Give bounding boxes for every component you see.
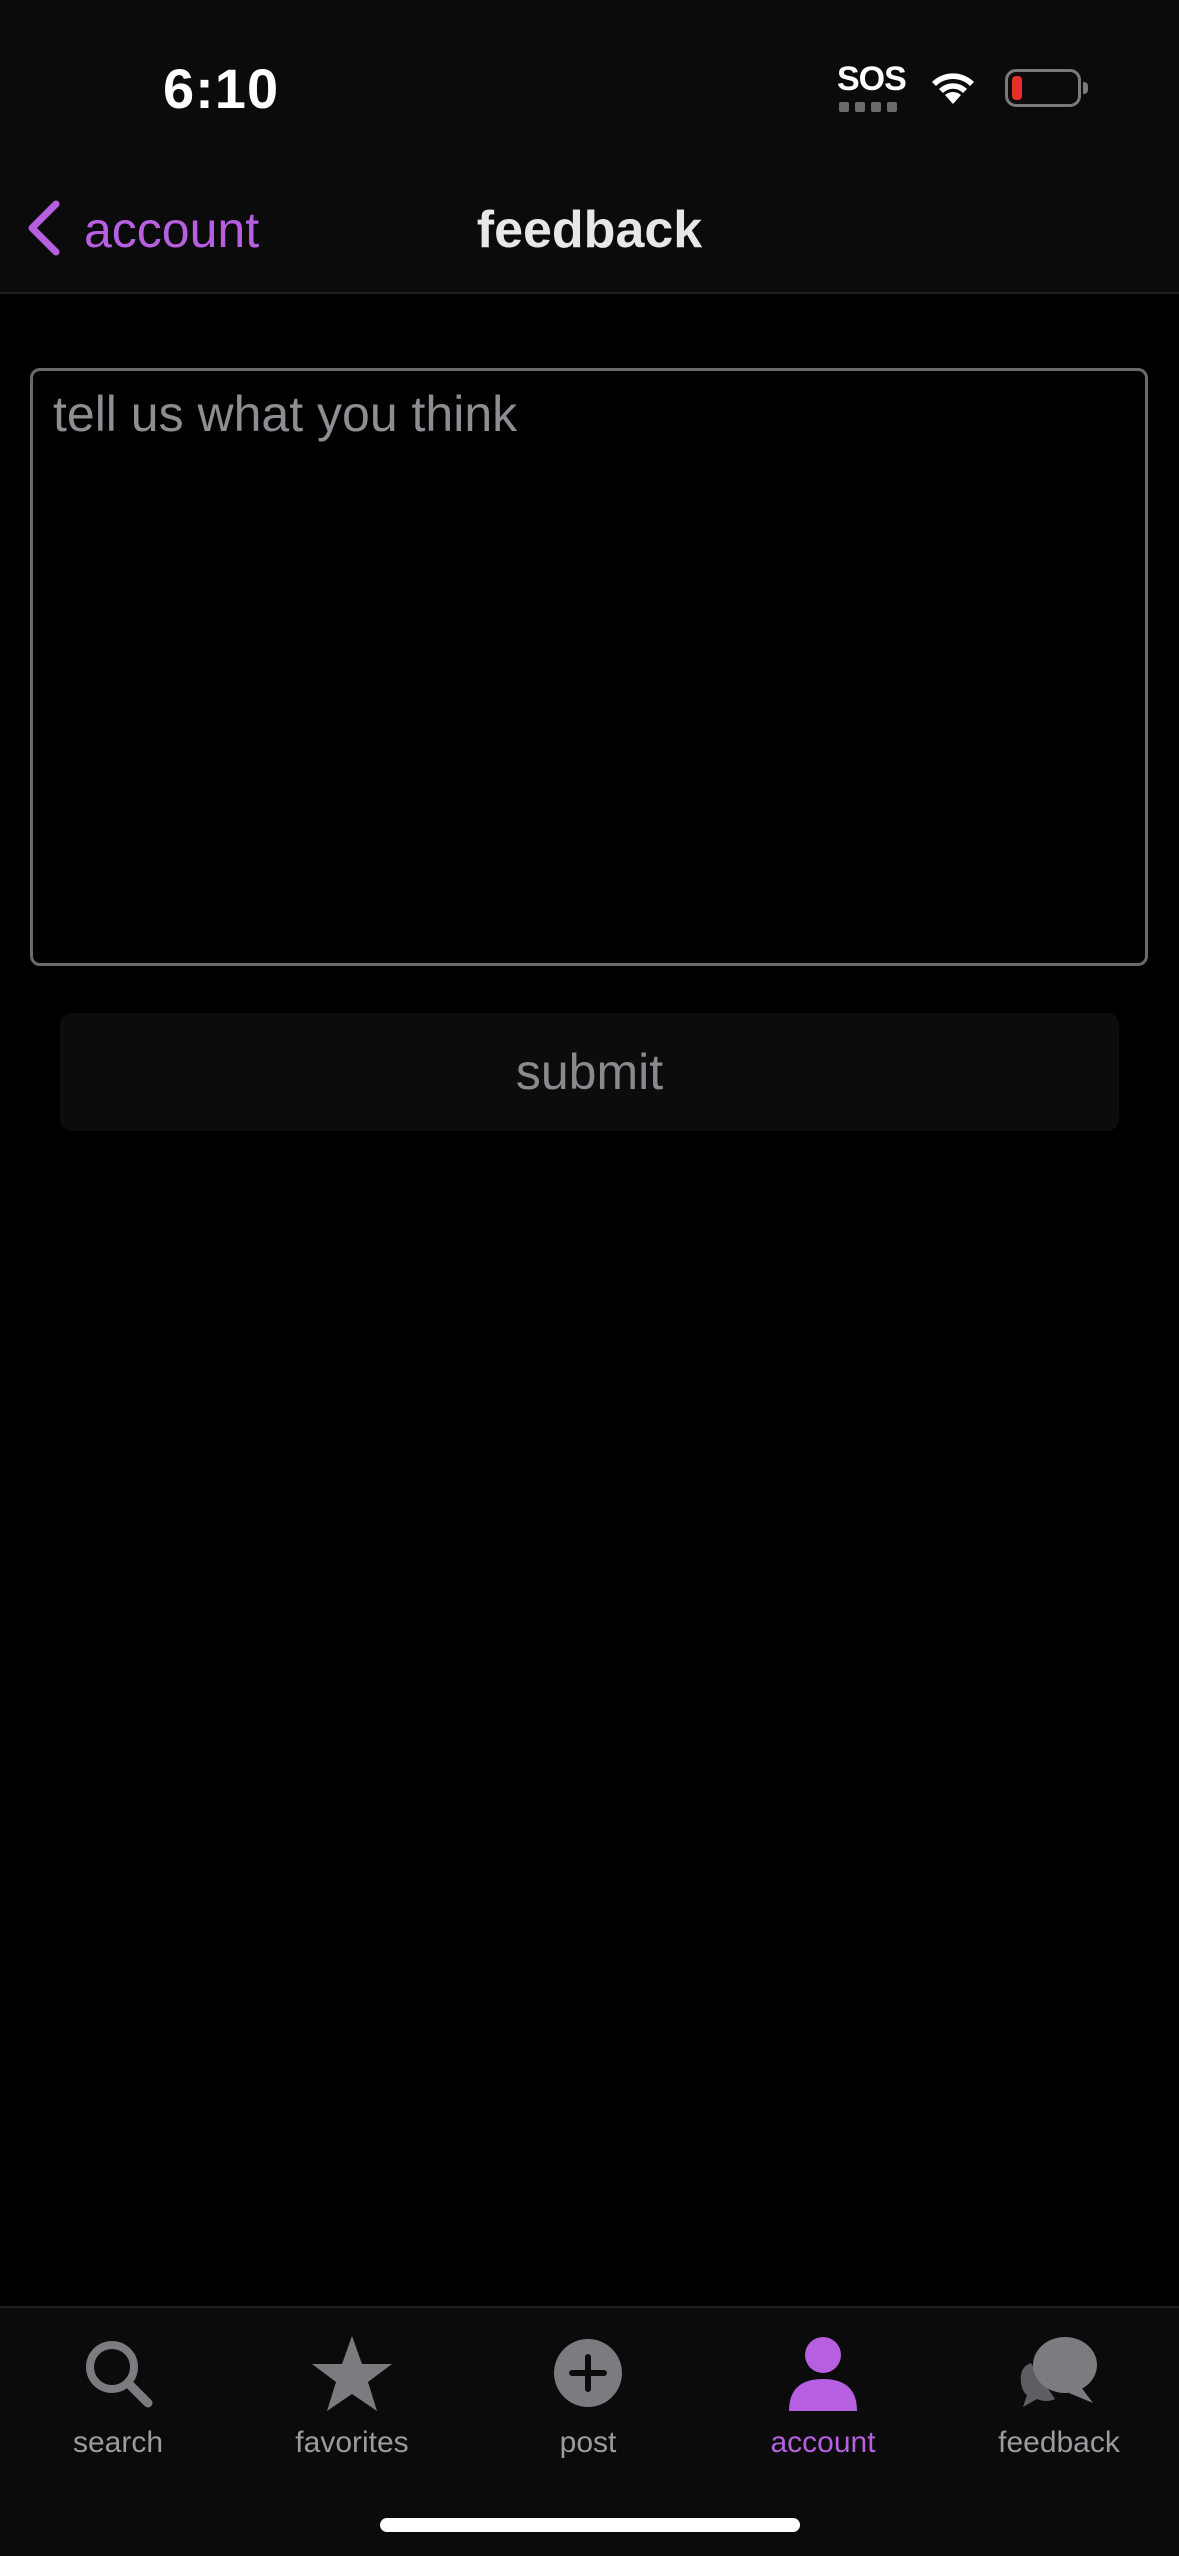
search-icon — [73, 2328, 163, 2418]
status-icons: SOS — [837, 60, 1088, 116]
submit-button[interactable]: submit — [60, 1013, 1119, 1131]
tab-favorites[interactable]: favorites — [234, 2328, 470, 2478]
tab-label: feedback — [998, 2426, 1120, 2459]
sos-indicator: SOS — [837, 60, 907, 116]
sos-label: SOS — [837, 60, 907, 98]
plus-circle-icon — [543, 2328, 633, 2418]
tab-account[interactable]: account — [705, 2328, 941, 2478]
battery-icon — [1005, 69, 1088, 107]
tab-post[interactable]: post — [470, 2328, 706, 2478]
tab-label: search — [72, 2426, 164, 2459]
status-time: 6:10 — [163, 57, 280, 120]
submit-label: submit — [515, 1044, 664, 1100]
home-indicator — [380, 2518, 800, 2532]
tab-feedback[interactable]: feedback — [941, 2328, 1177, 2478]
top-region: 6:10 SOS account feedback — [0, 0, 1179, 294]
tab-label: favorites — [295, 2426, 409, 2459]
signal-dots — [839, 102, 897, 112]
tab-label: account — [770, 2426, 876, 2459]
battery-level — [1012, 76, 1022, 100]
person-icon — [778, 2328, 868, 2418]
star-icon — [307, 2328, 397, 2418]
chat-bubbles-icon — [1014, 2328, 1104, 2418]
page-title: feedback — [476, 201, 703, 259]
feedback-textarea[interactable] — [30, 368, 1148, 966]
status-bar: 6:10 SOS — [0, 0, 1179, 170]
tab-search[interactable]: search — [0, 2328, 236, 2478]
navigation-bar: account feedback — [0, 170, 1179, 290]
tab-label: post — [559, 2426, 617, 2459]
wifi-icon — [927, 66, 979, 111]
